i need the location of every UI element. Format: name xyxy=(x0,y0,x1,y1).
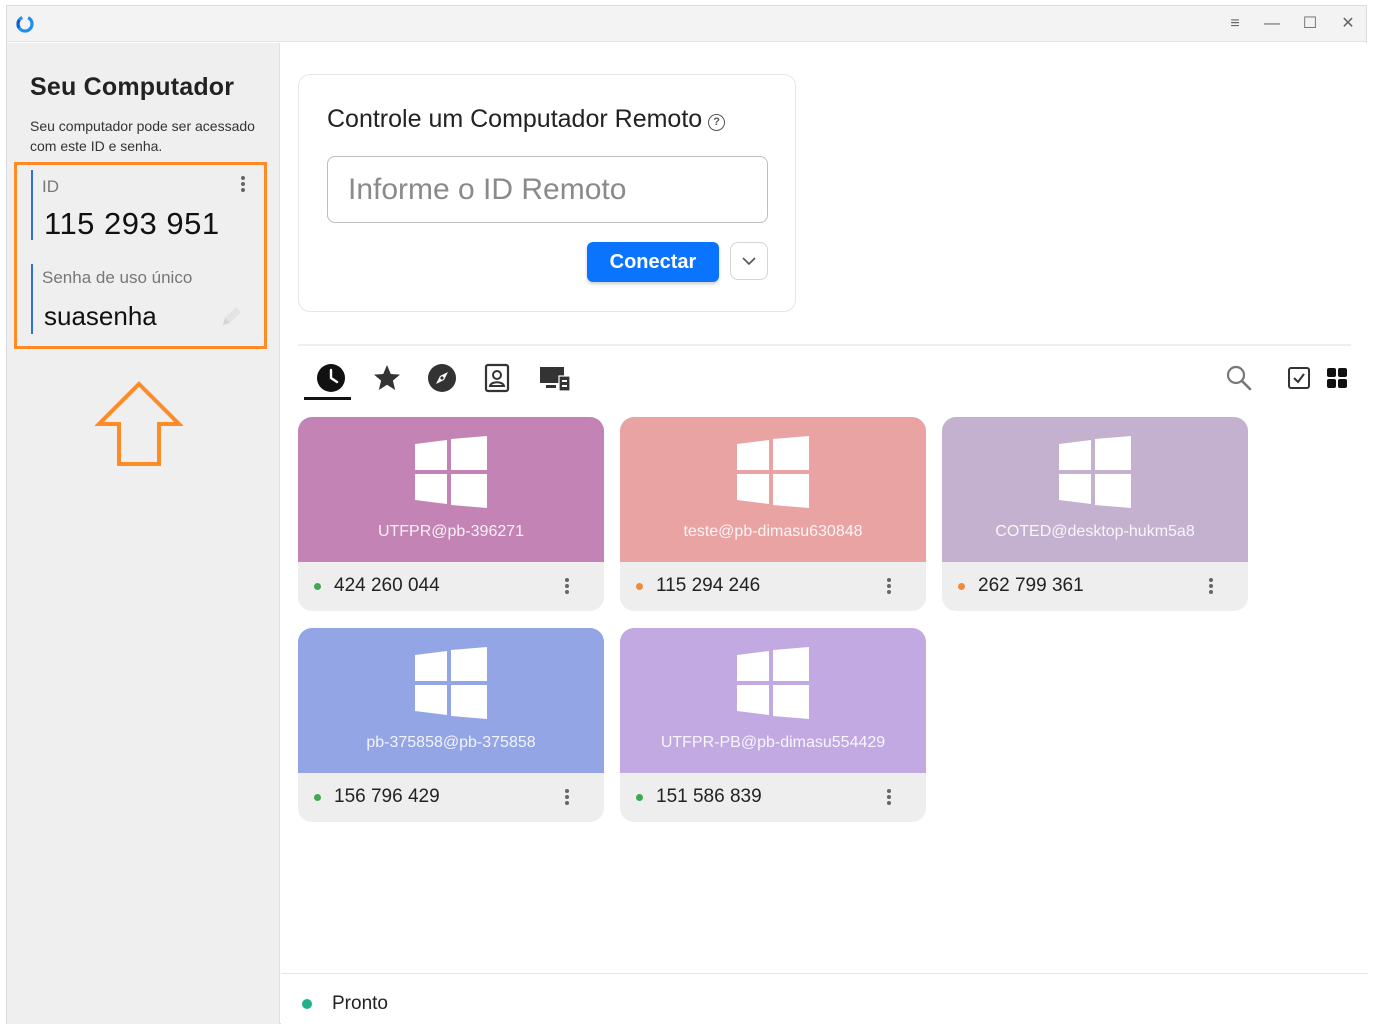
id-options-icon[interactable] xyxy=(238,174,248,196)
title-bar: ≡ — ☐ ✕ xyxy=(7,6,1366,42)
maximize-button[interactable]: ☐ xyxy=(1299,14,1321,34)
main-panel: Controle um Computador Remoto? Conectar xyxy=(281,43,1368,1024)
compass-icon xyxy=(428,364,456,392)
close-button[interactable]: ✕ xyxy=(1337,14,1359,34)
help-icon[interactable]: ? xyxy=(708,114,726,131)
windows-icon xyxy=(1059,436,1131,508)
peer-status-dot xyxy=(958,583,965,590)
id-label: ID xyxy=(42,177,59,196)
peer-card-header: teste@pb-dimasu630848 xyxy=(620,417,926,562)
peer-status-dot xyxy=(314,583,321,590)
sidebar-description: Seu computador pode ser acessado com est… xyxy=(30,118,255,154)
peer-name: pb-375858@pb-375858 xyxy=(366,734,536,751)
edit-password-icon[interactable] xyxy=(219,303,245,329)
arrow-up-icon xyxy=(95,381,183,466)
peer-name: COTED@desktop-hukm5a8 xyxy=(995,523,1195,540)
remote-control-title: Controle um Computador Remoto? xyxy=(327,105,726,134)
tab-discovered[interactable] xyxy=(419,359,463,403)
search-icon[interactable] xyxy=(1224,363,1254,393)
app-logo-icon xyxy=(16,15,34,33)
tab-favorites[interactable] xyxy=(364,359,408,403)
section-divider xyxy=(298,344,1351,346)
tab-lan[interactable] xyxy=(531,359,575,403)
windows-icon xyxy=(737,647,809,719)
windows-icon xyxy=(737,436,809,508)
menu-icon[interactable]: ≡ xyxy=(1224,14,1246,34)
star-icon xyxy=(374,365,400,390)
peer-card-header: COTED@desktop-hukm5a8 xyxy=(942,417,1248,562)
peer-card[interactable]: COTED@desktop-hukm5a8 262 799 361 xyxy=(942,417,1248,611)
peer-options-icon[interactable] xyxy=(884,576,894,598)
minimize-button[interactable]: — xyxy=(1261,14,1283,34)
peer-card[interactable]: UTFPR-PB@pb-dimasu554429 151 586 839 xyxy=(620,628,926,822)
chevron-down-icon xyxy=(742,257,756,266)
id-value[interactable]: 115 293 951 xyxy=(44,206,220,242)
checkbox-icon[interactable] xyxy=(1284,363,1314,393)
peer-card[interactable]: UTFPR@pb-396271 424 260 044 xyxy=(298,417,604,611)
password-value[interactable]: suasenha xyxy=(44,301,157,332)
peer-card-header: UTFPR@pb-396271 xyxy=(298,417,604,562)
lan-computer-icon xyxy=(540,367,571,392)
windows-icon xyxy=(415,647,487,719)
peer-card[interactable]: teste@pb-dimasu630848 115 294 246 xyxy=(620,417,926,611)
password-field-accent xyxy=(31,264,33,334)
status-text: Pronto xyxy=(332,993,388,1014)
app-window: ≡ — ☐ ✕ Seu Computador Seu computador po… xyxy=(6,5,1368,1024)
id-field-accent xyxy=(31,170,33,240)
peer-id: 156 796 429 xyxy=(334,786,440,807)
connect-button[interactable]: Conectar xyxy=(587,242,719,282)
remote-control-card: Controle um Computador Remoto? Conectar xyxy=(298,74,796,312)
peer-name: UTFPR-PB@pb-dimasu554429 xyxy=(660,734,886,751)
peer-options-icon[interactable] xyxy=(1206,576,1216,598)
peer-name: UTFPR@pb-396271 xyxy=(377,523,525,540)
tab-address-book[interactable] xyxy=(474,359,518,403)
peer-status-dot xyxy=(314,794,321,801)
peer-card-header: pb-375858@pb-375858 xyxy=(298,628,604,773)
clock-icon xyxy=(317,364,345,392)
active-tab-indicator xyxy=(304,397,351,400)
grid-view-icon[interactable] xyxy=(1322,363,1352,393)
peer-options-icon[interactable] xyxy=(884,787,894,809)
peer-card[interactable]: pb-375858@pb-375858 156 796 429 xyxy=(298,628,604,822)
peer-id: 151 586 839 xyxy=(656,786,762,807)
status-bar: Pronto xyxy=(281,973,1368,1024)
connect-options-button[interactable] xyxy=(730,242,768,280)
peer-status-dot xyxy=(636,583,643,590)
windows-icon xyxy=(415,436,487,508)
remote-id-input[interactable] xyxy=(327,156,768,223)
peer-options-icon[interactable] xyxy=(562,576,572,598)
address-book-icon xyxy=(484,363,510,393)
status-indicator-dot xyxy=(302,999,312,1009)
peer-id: 115 294 246 xyxy=(656,575,761,596)
peer-id: 424 260 044 xyxy=(334,575,440,596)
sidebar-title: Seu Computador xyxy=(30,73,235,101)
peer-options-icon[interactable] xyxy=(562,787,572,809)
password-label: Senha de uso único xyxy=(42,268,193,287)
peer-status-dot xyxy=(636,794,643,801)
peer-id: 262 799 361 xyxy=(978,575,1084,596)
sidebar: Seu Computador Seu computador pode ser a… xyxy=(7,43,280,1024)
peer-name: teste@pb-dimasu630848 xyxy=(683,523,863,540)
peer-card-header: UTFPR-PB@pb-dimasu554429 xyxy=(620,628,926,773)
